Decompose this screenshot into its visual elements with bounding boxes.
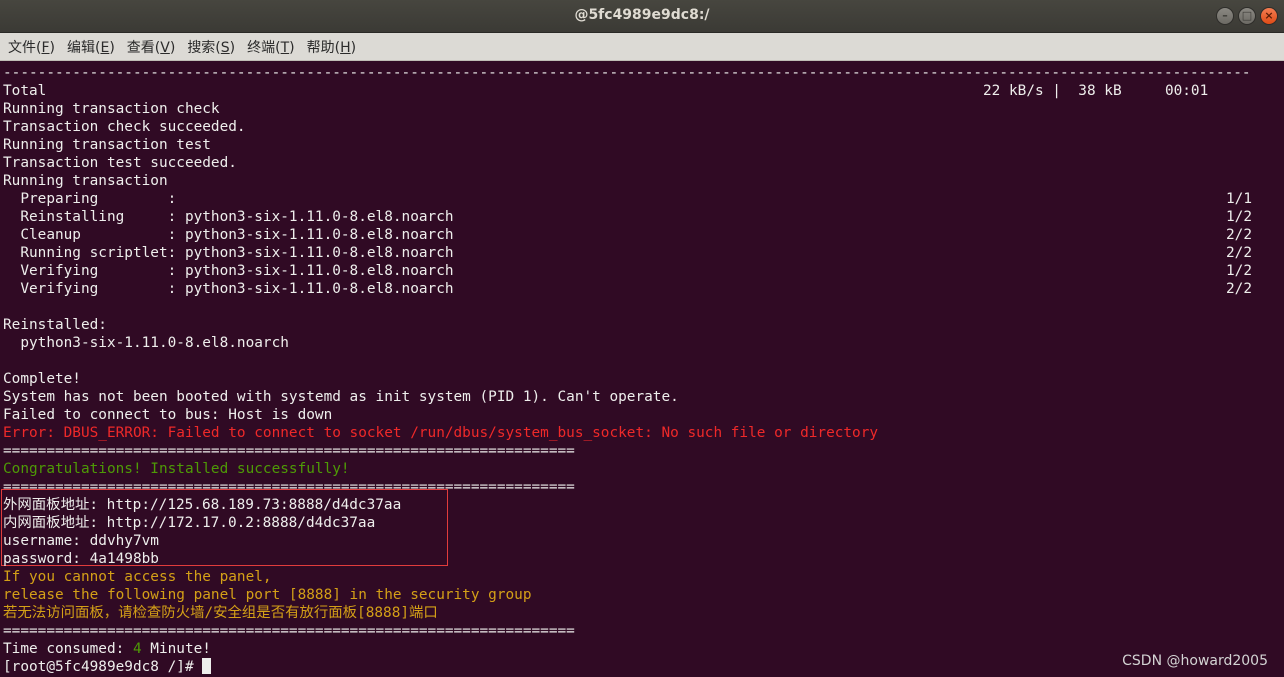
systemd-message: System has not been booted with systemd … [3, 389, 679, 405]
maximize-button[interactable]: □ [1238, 7, 1256, 25]
step-line: Running scriptlet: python3-six-1.11.0-8.… [3, 245, 454, 261]
username-line: username: ddvhy7vm [3, 533, 159, 549]
terminal-window: @5fc4989e9dc8:/ – □ × 文件(F) 编辑(E) 查看(V) … [0, 0, 1284, 677]
output-line: Running transaction check [3, 101, 220, 117]
menu-terminal-mnemonic: T [280, 39, 290, 56]
menu-bar: 文件(F) 编辑(E) 查看(V) 搜索(S) 终端(T) 帮助(H) [0, 33, 1284, 61]
total-stats: 22 kB/s | 38 kB 00:01 [983, 83, 1209, 99]
menu-view-end: ) [169, 39, 176, 56]
step-count: 2/2 [1226, 245, 1252, 261]
reinstalled-label: Reinstalled: [3, 317, 107, 333]
separator-line: ========================================… [3, 443, 575, 459]
menu-terminal-end: ) [289, 39, 295, 56]
step-line: Reinstalling : python3-six-1.11.0-8.el8.… [3, 209, 454, 225]
step-count: 1/2 [1226, 263, 1252, 279]
output-line: Transaction test succeeded. [3, 155, 237, 171]
menu-edit-mnemonic: E [100, 39, 110, 56]
step-count: 1/2 [1226, 209, 1252, 225]
menu-file[interactable]: 文件(F) [8, 37, 55, 57]
step-line: Preparing : [3, 191, 177, 207]
notice-line: 若无法访问面板，请检查防火墙/安全组是否有放行面板[8888]端口 [3, 605, 438, 621]
shell-prompt: [root@5fc4989e9dc8 /]# [3, 659, 203, 675]
menu-help-mnemonic: H [340, 39, 351, 56]
menu-help[interactable]: 帮助(H) [307, 37, 356, 57]
separator-line: ========================================… [3, 623, 575, 639]
output-line: Running transaction [3, 173, 168, 189]
reinstalled-package: python3-six-1.11.0-8.el8.noarch [3, 335, 289, 351]
close-button[interactable]: × [1260, 7, 1278, 25]
menu-search-end: ) [229, 39, 236, 56]
output-line: Running transaction test [3, 137, 211, 153]
total-label: Total [3, 83, 47, 99]
menu-view-label: 查看( [126, 39, 161, 56]
menu-file-mnemonic: F [41, 39, 50, 56]
step-line: Cleanup : python3-six-1.11.0-8.el8.noarc… [3, 227, 454, 243]
separator-line: ----------------------------------------… [3, 65, 1251, 81]
bus-message: Failed to connect to bus: Host is down [3, 407, 333, 423]
step-count: 1/1 [1226, 191, 1252, 207]
menu-search-mnemonic: S [220, 39, 230, 56]
title-bar[interactable]: @5fc4989e9dc8:/ – □ × [0, 0, 1284, 33]
step-line: Verifying : python3-six-1.11.0-8.el8.noa… [3, 263, 454, 279]
outer-panel-url: 外网面板地址: http://125.68.189.73:8888/d4dc37… [3, 497, 402, 513]
menu-terminal-label: 终端( [247, 39, 281, 56]
watermark: CSDN @howard2005 [1122, 653, 1268, 669]
time-prefix: Time consumed: [3, 641, 133, 657]
menu-search-label: 搜索( [187, 39, 221, 56]
congrats-message: Congratulations! Installed successfully! [3, 461, 350, 477]
dbus-error-message: Error: DBUS_ERROR: Failed to connect to … [3, 425, 879, 441]
menu-terminal[interactable]: 终端(T) [247, 37, 295, 57]
step-count: 2/2 [1226, 281, 1252, 297]
menu-edit[interactable]: 编辑(E) [67, 37, 115, 57]
window-controls: – □ × [1216, 7, 1278, 25]
menu-view-mnemonic: V [160, 39, 170, 56]
time-value: 4 [132, 641, 142, 657]
menu-edit-label: 编辑( [67, 39, 101, 56]
time-suffix: Minute! [141, 641, 211, 657]
step-count: 2/2 [1226, 227, 1252, 243]
notice-line: release the following panel port [8888] … [3, 587, 532, 603]
menu-file-label: 文件( [8, 39, 42, 56]
prompt-line[interactable]: [root@5fc4989e9dc8 /]# [3, 658, 212, 676]
menu-file-end: ) [49, 39, 55, 56]
menu-edit-end: ) [109, 39, 115, 56]
window-title: @5fc4989e9dc8:/ [574, 7, 710, 23]
output-line: Transaction check succeeded. [3, 119, 246, 135]
minimize-button[interactable]: – [1216, 7, 1234, 25]
notice-line: If you cannot access the panel, [3, 569, 272, 585]
text-cursor [202, 658, 212, 674]
complete-message: Complete! [3, 371, 81, 387]
time-consumed-line: Time consumed: 4 Minute! [3, 640, 211, 658]
menu-help-end: ) [350, 39, 357, 56]
step-line: Verifying : python3-six-1.11.0-8.el8.noa… [3, 281, 454, 297]
menu-help-label: 帮助( [306, 39, 341, 56]
password-line: password: 4a1498bb [3, 551, 159, 567]
inner-panel-url: 内网面板地址: http://172.17.0.2:8888/d4dc37aa [3, 515, 376, 531]
menu-view[interactable]: 查看(V) [127, 37, 176, 57]
menu-search[interactable]: 搜索(S) [187, 37, 235, 57]
terminal-output[interactable]: ----------------------------------------… [0, 61, 1284, 677]
